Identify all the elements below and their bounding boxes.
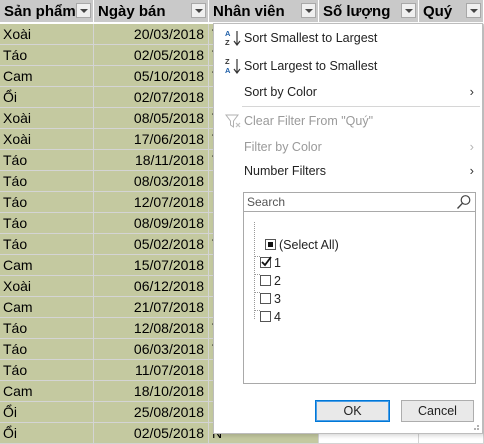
header-cell-employee[interactable]: Nhân viên <box>209 0 319 23</box>
autofilter-menu: A Z Sort Smallest to Largest Z A Sort La… <box>213 23 483 434</box>
header-cell-product[interactable]: Sản phẩm <box>0 0 94 23</box>
cell-date[interactable]: 12/07/2018 <box>94 192 209 213</box>
checkbox-unchecked[interactable] <box>260 311 271 322</box>
number-filters-label: Number Filters <box>244 164 326 178</box>
cell-date[interactable]: 08/05/2018 <box>94 108 209 129</box>
filter-by-color-item[interactable]: Filter by Color › <box>214 135 482 159</box>
value-list: (Select All) 1 2 3 4 <box>243 212 476 384</box>
sort-descending-label: Sort Largest to Smallest <box>244 59 378 73</box>
header-label: Sản phẩm <box>4 3 76 20</box>
sort-z-to-a-icon: Z A <box>225 57 241 75</box>
cell-product[interactable]: Táo <box>0 171 94 192</box>
cell-product[interactable]: Táo <box>0 192 94 213</box>
svg-text:Z: Z <box>225 57 230 66</box>
cell-product[interactable]: Xoài <box>0 108 94 129</box>
cell-product[interactable]: Cam <box>0 297 94 318</box>
list-item-label: 2 <box>274 274 281 288</box>
cell-date[interactable]: 12/08/2018 <box>94 318 209 339</box>
header-row: Sản phẩm Ngày bán Nhân viên Số lượng Quý <box>0 0 484 24</box>
clear-filter-item[interactable]: Clear Filter From "Quý" <box>214 109 482 133</box>
list-item-label: 4 <box>274 310 281 324</box>
sort-descending-item[interactable]: Z A Sort Largest to Smallest <box>214 54 482 78</box>
sort-by-color-label: Sort by Color <box>244 85 317 99</box>
header-label: Số lượng <box>323 3 391 20</box>
cell-date[interactable]: 02/05/2018 <box>94 45 209 66</box>
clear-filter-label: Clear Filter From "Quý" <box>244 114 374 128</box>
cell-product[interactable]: Xoài <box>0 129 94 150</box>
header-cell-quantity[interactable]: Số lượng <box>319 0 419 23</box>
checkbox-indeterminate[interactable] <box>265 239 276 250</box>
cell-product[interactable]: Cam <box>0 255 94 276</box>
cell-date[interactable]: 06/03/2018 <box>94 339 209 360</box>
cell-product[interactable]: Táo <box>0 360 94 381</box>
filter-dropdown-icon[interactable] <box>401 3 416 18</box>
svg-text:Z: Z <box>225 38 230 47</box>
ok-button[interactable]: OK <box>315 400 390 422</box>
cell-product[interactable]: Táo <box>0 339 94 360</box>
header-cell-quarter[interactable]: Quý <box>419 0 484 23</box>
cell-product[interactable]: Táo <box>0 213 94 234</box>
sort-a-to-z-icon: A Z <box>225 29 241 47</box>
sort-by-color-item[interactable]: Sort by Color › <box>214 80 482 104</box>
cell-product[interactable]: Xoài <box>0 276 94 297</box>
number-filters-item[interactable]: Number Filters › <box>214 159 482 183</box>
filter-dropdown-icon[interactable] <box>466 3 481 18</box>
checkbox-unchecked[interactable] <box>260 275 271 286</box>
cancel-button[interactable]: Cancel <box>401 400 474 422</box>
cell-product[interactable]: Ổi <box>0 402 94 423</box>
cell-product[interactable]: Cam <box>0 381 94 402</box>
cell-product[interactable]: Cam <box>0 66 94 87</box>
sort-ascending-item[interactable]: A Z Sort Smallest to Largest <box>214 26 482 50</box>
search-input[interactable] <box>247 194 447 210</box>
checkbox-checked[interactable] <box>260 256 272 268</box>
svg-text:A: A <box>225 29 231 38</box>
cell-date[interactable]: 18/11/2018 <box>94 150 209 171</box>
cell-date[interactable]: 15/07/2018 <box>94 255 209 276</box>
list-item-label: (Select All) <box>279 238 339 252</box>
cell-date[interactable]: 20/03/2018 <box>94 24 209 45</box>
cell-date[interactable]: 05/10/2018 <box>94 66 209 87</box>
filter-dropdown-icon[interactable] <box>191 3 206 18</box>
header-cell-date[interactable]: Ngày bán <box>94 0 209 23</box>
cell-date[interactable]: 02/07/2018 <box>94 87 209 108</box>
resize-grip-icon[interactable] <box>470 421 480 431</box>
cell-product[interactable]: Táo <box>0 150 94 171</box>
magnifier-icon <box>456 195 471 209</box>
filter-dropdown-icon[interactable] <box>76 3 91 18</box>
funnel-clear-icon <box>225 114 241 128</box>
tree-line <box>254 222 255 319</box>
cell-product[interactable]: Táo <box>0 234 94 255</box>
svg-text:A: A <box>225 66 231 75</box>
cell-date[interactable]: 08/09/2018 <box>94 213 209 234</box>
cell-date[interactable]: 05/02/2018 <box>94 234 209 255</box>
cell-product[interactable]: Táo <box>0 45 94 66</box>
header-label: Ngày bán <box>98 3 166 20</box>
cell-product[interactable]: Xoài <box>0 24 94 45</box>
menu-separator <box>242 106 480 107</box>
cell-date[interactable]: 17/06/2018 <box>94 129 209 150</box>
cell-date[interactable]: 18/10/2018 <box>94 381 209 402</box>
list-item-label: 1 <box>274 256 281 270</box>
search-box[interactable] <box>243 192 476 212</box>
list-item-label: 3 <box>274 292 281 306</box>
header-label: Quý <box>423 3 453 20</box>
cell-date[interactable]: 11/07/2018 <box>94 360 209 381</box>
sort-ascending-label: Sort Smallest to Largest <box>244 31 378 45</box>
checkmark-icon <box>261 256 272 267</box>
cell-date[interactable]: 25/08/2018 <box>94 402 209 423</box>
filter-by-color-label: Filter by Color <box>244 140 322 154</box>
filter-dropdown-icon[interactable] <box>301 3 316 18</box>
checkbox-unchecked[interactable] <box>260 293 271 304</box>
cell-date[interactable]: 21/07/2018 <box>94 297 209 318</box>
chevron-right-icon: › <box>469 163 474 178</box>
cell-product[interactable]: Ổi <box>0 87 94 108</box>
chevron-right-icon: › <box>469 139 474 154</box>
header-label: Nhân viên <box>213 3 285 20</box>
chevron-right-icon: › <box>469 84 474 99</box>
cell-date[interactable]: 06/12/2018 <box>94 276 209 297</box>
cell-date[interactable]: 08/03/2018 <box>94 171 209 192</box>
cell-product[interactable]: Táo <box>0 318 94 339</box>
